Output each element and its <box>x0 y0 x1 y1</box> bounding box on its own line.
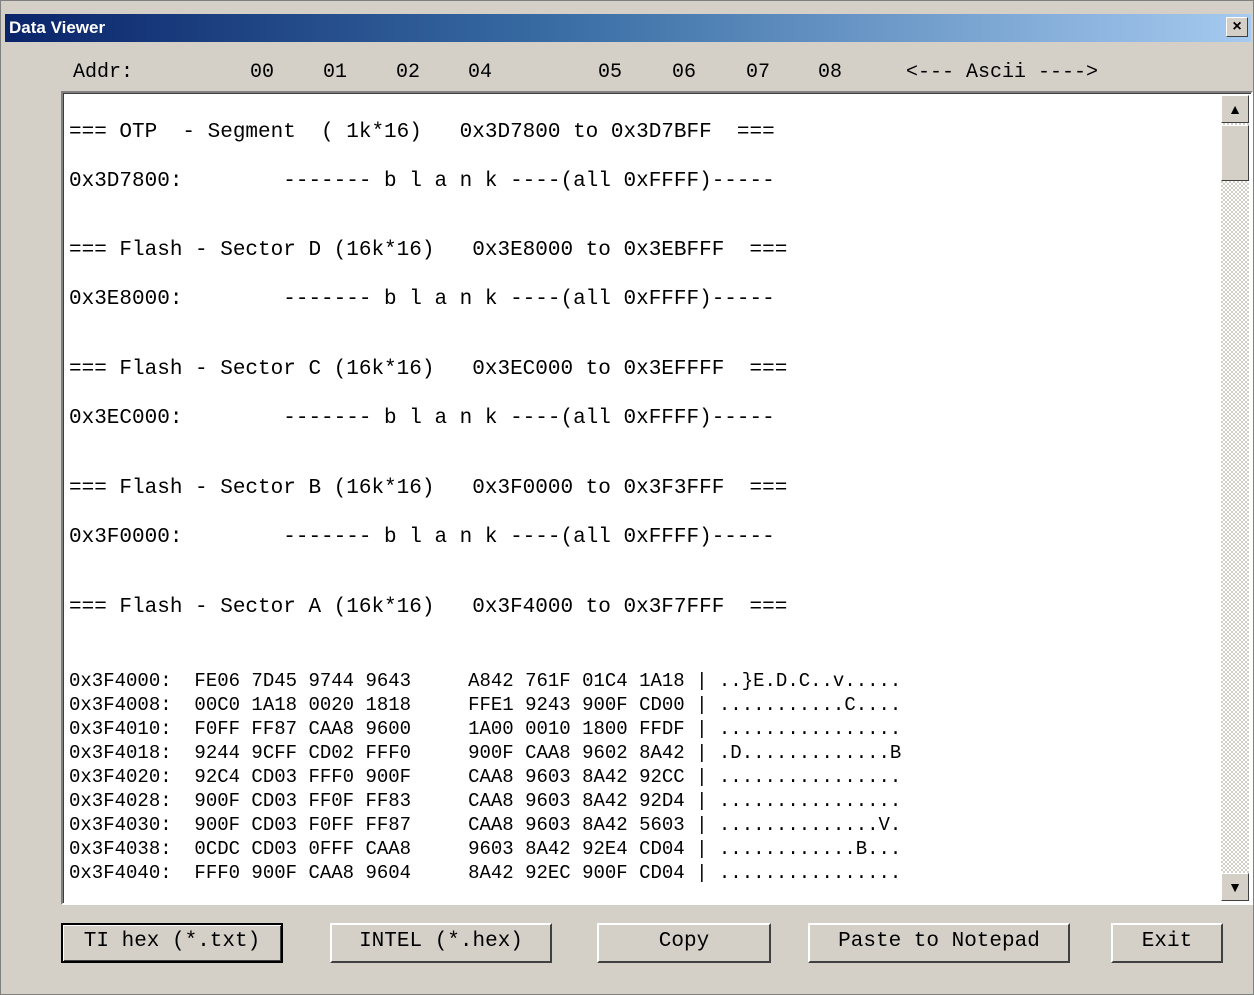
col-header-05: 05 <box>598 61 623 84</box>
data-content: === OTP - Segment ( 1k*16) 0x3D7800 to 0… <box>69 93 1217 903</box>
blank-line-sector-b: 0x3F0000: ------- b l a n k ----(all 0xF… <box>69 526 775 549</box>
ti-hex-button[interactable]: TI hex (*.txt) <box>61 923 283 963</box>
copy-button[interactable]: Copy <box>597 923 771 963</box>
section-header-sector-d: === Flash - Sector D (16k*16) 0x3E8000 t… <box>69 239 788 262</box>
addr-column-header: Addr: <box>73 61 134 84</box>
section-header-otp: === OTP - Segment ( 1k*16) 0x3D7800 to 0… <box>69 121 775 144</box>
intel-hex-button[interactable]: INTEL (*.hex) <box>330 923 552 963</box>
section-header-sector-c: === Flash - Sector C (16k*16) 0x3EC000 t… <box>69 358 788 381</box>
data-row: 0x3F4030: 900F CD03 F0FF FF87 CAA8 9603 … <box>69 814 902 836</box>
scroll-thumb[interactable] <box>1221 125 1249 181</box>
data-row: 0x3F4020: 92C4 CD03 FFF0 900F CAA8 9603 … <box>69 766 902 788</box>
window-title: Data Viewer <box>9 18 106 37</box>
close-icon[interactable]: × <box>1226 17 1248 37</box>
section-header-sector-a: === Flash - Sector A (16k*16) 0x3F4000 t… <box>69 596 788 619</box>
section-header-sector-b: === Flash - Sector B (16k*16) 0x3F0000 t… <box>69 477 788 500</box>
scroll-down-icon[interactable]: ▼ <box>1221 873 1249 901</box>
title-bar[interactable]: Data Viewer × <box>5 14 1251 42</box>
col-header-01: 01 <box>323 61 348 84</box>
data-row: 0x3F4008: 00C0 1A18 0020 1818 FFE1 9243 … <box>69 694 902 716</box>
col-header-00: 00 <box>250 61 275 84</box>
col-header-08: 08 <box>818 61 843 84</box>
paste-to-notepad-button[interactable]: Paste to Notepad <box>808 923 1070 963</box>
vertical-scrollbar[interactable]: ▲ ▼ <box>1221 95 1249 901</box>
blank-line-sector-c: 0x3EC000: ------- b l a n k ----(all 0xF… <box>69 407 775 430</box>
blank-line-sector-d: 0x3E8000: ------- b l a n k ----(all 0xF… <box>69 288 775 311</box>
data-row: 0x3F4000: FE06 7D45 9744 9643 A842 761F … <box>69 670 902 692</box>
data-row: 0x3F4010: F0FF FF87 CAA8 9600 1A00 0010 … <box>69 718 902 740</box>
ascii-column-header: <--- Ascii ----> <box>906 61 1099 84</box>
col-header-02: 02 <box>396 61 421 84</box>
blank-line-otp: 0x3D7800: ------- b l a n k ----(all 0xF… <box>69 170 775 193</box>
col-header-04: 04 <box>468 61 493 84</box>
exit-button[interactable]: Exit <box>1111 923 1223 963</box>
col-header-06: 06 <box>672 61 697 84</box>
scroll-up-icon[interactable]: ▲ <box>1221 95 1249 123</box>
data-row: 0x3F4038: 0CDC CD03 0FFF CAA8 9603 8A42 … <box>69 838 902 860</box>
data-row: 0x3F4028: 900F CD03 FF0F FF83 CAA8 9603 … <box>69 790 902 812</box>
col-header-07: 07 <box>746 61 771 84</box>
data-viewer-window: Data Viewer × Addr: 00 01 02 04 05 06 07… <box>0 0 1254 995</box>
data-view-pane[interactable]: === OTP - Segment ( 1k*16) 0x3D7800 to 0… <box>61 91 1253 905</box>
data-row: 0x3F4018: 9244 9CFF CD02 FFF0 900F CAA8 … <box>69 742 902 764</box>
data-row: 0x3F4040: FFF0 900F CAA8 9604 8A42 92EC … <box>69 862 902 884</box>
